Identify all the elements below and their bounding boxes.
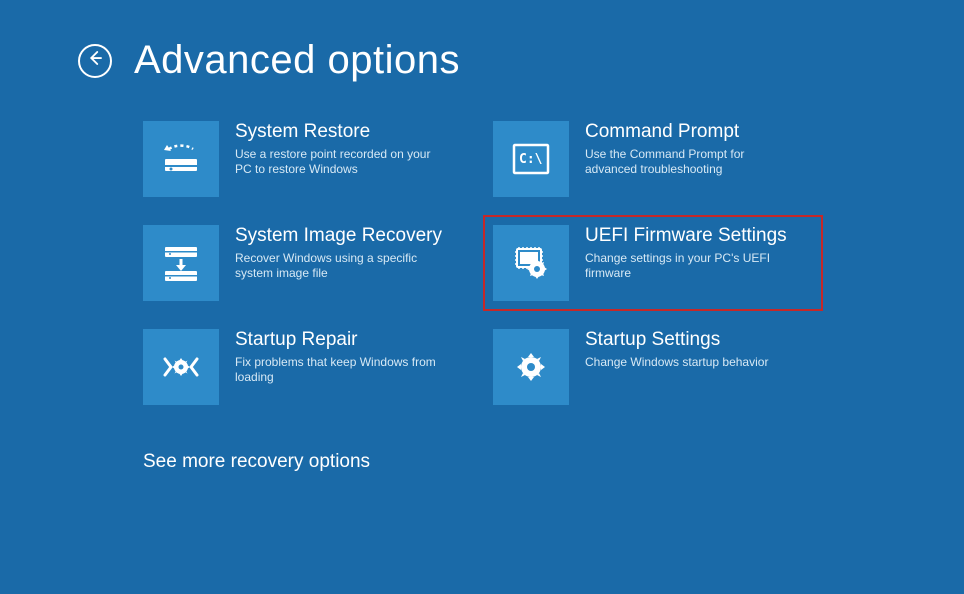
tile-text: Command Prompt Use the Command Prompt fo…: [585, 121, 795, 178]
option-system-restore[interactable]: System Restore Use a restore point recor…: [143, 121, 463, 197]
back-button[interactable]: [78, 44, 112, 78]
tile-title: Command Prompt: [585, 121, 795, 143]
restore-icon: [143, 121, 219, 197]
tile-text: UEFI Firmware Settings Change settings i…: [585, 225, 795, 282]
tile-desc: Change settings in your PC's UEFI firmwa…: [585, 251, 795, 282]
tile-desc: Change Windows startup behavior: [585, 355, 768, 371]
options-grid: System Restore Use a restore point recor…: [0, 83, 964, 405]
option-command-prompt[interactable]: C:\ Command Prompt Use the Command Promp…: [493, 121, 813, 197]
cmd-icon: C:\: [493, 121, 569, 197]
tile-text: Startup Repair Fix problems that keep Wi…: [235, 329, 445, 386]
tile-text: Startup Settings Change Windows startup …: [585, 329, 768, 370]
tile-text: System Restore Use a restore point recor…: [235, 121, 445, 178]
tile-title: Startup Repair: [235, 329, 445, 351]
tile-title: System Restore: [235, 121, 445, 143]
image-recovery-icon: [143, 225, 219, 301]
svg-text:C:\: C:\: [519, 152, 543, 167]
settings-icon: [493, 329, 569, 405]
option-uefi-firmware-settings[interactable]: UEFI Firmware Settings Change settings i…: [493, 225, 813, 301]
tile-title: UEFI Firmware Settings: [585, 225, 795, 247]
tile-desc: Use the Command Prompt for advanced trou…: [585, 147, 795, 178]
uefi-icon: [493, 225, 569, 301]
see-more-recovery-options[interactable]: See more recovery options: [0, 405, 964, 473]
tile-title: Startup Settings: [585, 329, 768, 351]
repair-icon: [143, 329, 219, 405]
back-arrow-icon: [86, 49, 104, 72]
tile-title: System Image Recovery: [235, 225, 445, 247]
tile-desc: Fix problems that keep Windows from load…: [235, 355, 445, 386]
option-system-image-recovery[interactable]: System Image Recovery Recover Windows us…: [143, 225, 463, 301]
page-title: Advanced options: [134, 38, 460, 83]
tile-desc: Use a restore point recorded on your PC …: [235, 147, 445, 178]
header: Advanced options: [0, 0, 964, 83]
tile-text: System Image Recovery Recover Windows us…: [235, 225, 445, 282]
option-startup-repair[interactable]: Startup Repair Fix problems that keep Wi…: [143, 329, 463, 405]
tile-desc: Recover Windows using a specific system …: [235, 251, 445, 282]
option-startup-settings[interactable]: Startup Settings Change Windows startup …: [493, 329, 813, 405]
